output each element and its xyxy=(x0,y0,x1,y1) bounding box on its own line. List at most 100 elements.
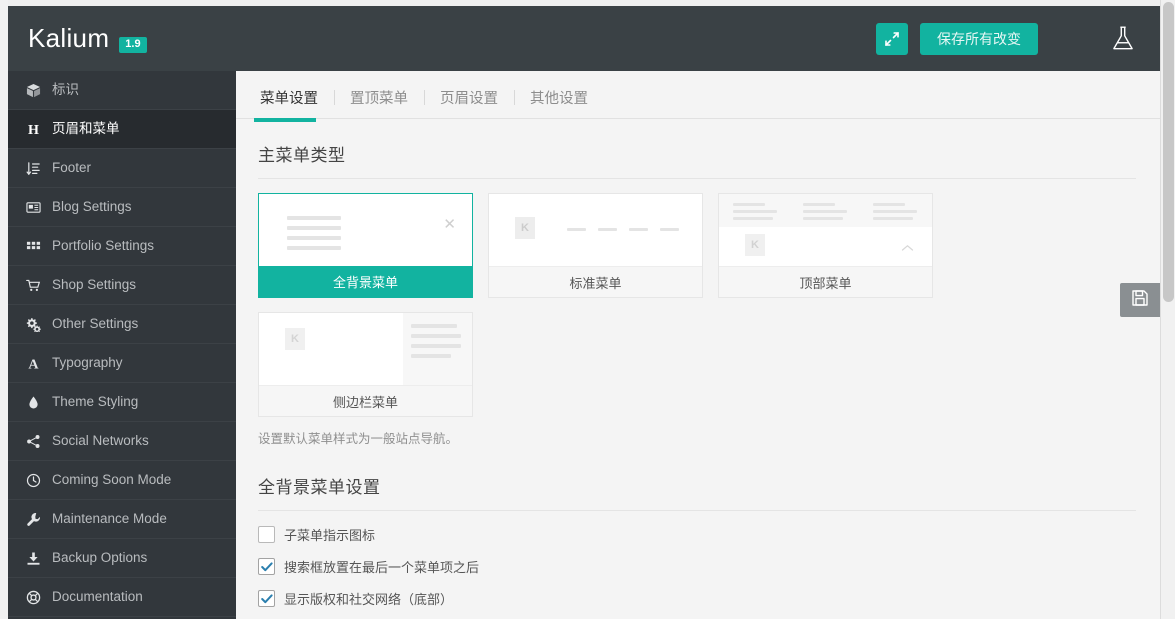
expand-arrows-icon[interactable] xyxy=(876,22,908,55)
save-all-button[interactable]: 保存所有改变 xyxy=(920,22,1038,55)
droplet-icon xyxy=(26,395,52,410)
checkbox-show-copyright-social[interactable] xyxy=(258,590,275,607)
close-icon: ✕ xyxy=(443,216,456,233)
left-edge-strip xyxy=(0,0,8,619)
sidebar-item-label: Blog Settings xyxy=(52,199,132,215)
sidebar-item-label: 页眉和菜单 xyxy=(52,121,120,137)
sidebar-menu-preview: K xyxy=(259,313,472,385)
sidebar-item-label: Theme Styling xyxy=(52,394,139,410)
menu-type-card-label: 侧边栏菜单 xyxy=(259,385,472,416)
sidebar-item-label: Shop Settings xyxy=(52,277,137,293)
download-icon xyxy=(26,551,52,566)
section-title-full-background-settings: 全背景菜单设置 xyxy=(258,473,1136,511)
menu-type-card-label: 顶部菜单 xyxy=(719,266,932,297)
menu-type-card-grid: ✕ 全背景菜单 K 标准菜单 K 顶部菜单 K 侧边栏菜单 xyxy=(258,193,958,417)
checkbox-label: 显示版权和社交网络（底部） xyxy=(284,592,454,607)
preview-logo: K xyxy=(745,234,765,256)
menu-type-card-standard[interactable]: K 标准菜单 xyxy=(488,193,703,298)
checkbox-submenu-indicator[interactable] xyxy=(258,526,275,543)
sidebar-item-footer[interactable]: Footer xyxy=(8,149,236,188)
sidebar-item-backup-options[interactable]: Backup Options xyxy=(8,539,236,578)
tab-bar: 菜单设置 置顶菜单 页眉设置 其他设置 xyxy=(236,71,1160,122)
cube-icon xyxy=(26,83,52,98)
sidebar-item-label: Portfolio Settings xyxy=(52,238,155,254)
sidebar-item-label: Social Networks xyxy=(52,433,149,449)
menu-type-card-top[interactable]: K 顶部菜单 xyxy=(718,193,933,298)
menu-type-card-sidebar[interactable]: K 侧边栏菜单 xyxy=(258,312,473,417)
sidebar-item-shop-settings[interactable]: Shop Settings xyxy=(8,266,236,305)
sidebar-item-label: Other Settings xyxy=(52,316,139,332)
checkbox-label: 子菜单指示图标 xyxy=(284,528,376,543)
checkbox-row-show-copyright-social[interactable]: 显示版权和社交网络（底部） xyxy=(258,589,1136,608)
sidebar-item-label: Documentation xyxy=(52,589,143,605)
lifebuoy-icon xyxy=(26,590,52,605)
menu-type-card-full-background[interactable]: ✕ 全背景菜单 xyxy=(258,193,473,298)
preview-logo-row: K xyxy=(719,227,932,266)
sidebar-item-social-networks[interactable]: Social Networks xyxy=(8,422,236,461)
svg-text:H: H xyxy=(28,122,39,137)
tab-sticky-menu[interactable]: 置顶菜单 xyxy=(334,89,424,119)
sidebar-item-label: Backup Options xyxy=(52,550,148,566)
checkbox-row-search-after-last-item[interactable]: 搜索框放置在最后一个菜单项之后 xyxy=(258,557,1136,576)
share-nodes-icon xyxy=(26,434,52,449)
preview-menu-items xyxy=(567,228,679,231)
top-menu-preview: K xyxy=(719,194,932,266)
menu-type-card-label: 全背景菜单 xyxy=(259,266,472,297)
sidebar-item-label: Coming Soon Mode xyxy=(52,472,172,488)
main-panel: 菜单设置 置顶菜单 页眉设置 其他设置 主菜单类型 ✕ 全背景菜单 K 标准菜单… xyxy=(236,71,1160,619)
chevron-up-icon xyxy=(901,239,914,257)
wrench-icon xyxy=(26,512,52,527)
shopping-cart-icon xyxy=(26,278,52,293)
sidebar-item-blog-settings[interactable]: Blog Settings xyxy=(8,188,236,227)
preview-logo: K xyxy=(515,217,535,239)
preview-lines xyxy=(287,216,341,256)
heading-h-icon: H xyxy=(26,122,52,137)
preview-sidebar-lines xyxy=(403,313,472,385)
floppy-save-icon xyxy=(1131,289,1149,312)
sidebar-item-label: Typography xyxy=(52,355,123,371)
preview-logo: K xyxy=(285,328,305,350)
checkbox-search-after-last-item[interactable] xyxy=(258,558,275,575)
sidebar-item-portfolio-settings[interactable]: Portfolio Settings xyxy=(8,227,236,266)
newspaper-icon xyxy=(26,200,52,215)
standard-menu-preview: K xyxy=(489,194,702,266)
floating-save-button[interactable] xyxy=(1120,283,1160,317)
brand-name: Kalium xyxy=(28,23,110,53)
sidebar-item-label: 标识 xyxy=(52,82,79,98)
sidebar-item-theme-styling[interactable]: Theme Styling xyxy=(8,383,236,422)
flask-icon[interactable] xyxy=(1108,24,1138,54)
full-background-preview: ✕ xyxy=(259,194,472,266)
menu-type-card-label: 标准菜单 xyxy=(489,266,702,297)
tab-header-settings[interactable]: 页眉设置 xyxy=(424,89,514,119)
panel-body: 主菜单类型 ✕ 全背景菜单 K 标准菜单 K 顶部菜单 K 侧边栏菜单 设置默认… xyxy=(236,119,1160,619)
menu-type-description: 设置默认菜单样式为一般站点导航。 xyxy=(258,432,459,446)
tab-menu-settings[interactable]: 菜单设置 xyxy=(254,91,334,122)
app-header: Kalium 1.9 保存所有改变 xyxy=(8,6,1160,71)
sidebar-item-branding[interactable]: 标识 xyxy=(8,71,236,110)
sidebar: 标识 H 页眉和菜单 Footer Blog Settings Portfoli… xyxy=(8,71,236,619)
brand: Kalium 1.9 xyxy=(28,23,147,54)
sidebar-item-header-and-menu[interactable]: H 页眉和菜单 xyxy=(8,110,236,149)
checkbox-row-submenu-indicator[interactable]: 子菜单指示图标 xyxy=(258,525,1136,544)
sidebar-item-label: Footer xyxy=(52,160,92,176)
tab-other-settings[interactable]: 其他设置 xyxy=(514,89,604,119)
checkbox-label: 搜索框放置在最后一个菜单项之后 xyxy=(284,560,480,575)
sidebar-item-coming-soon-mode[interactable]: Coming Soon Mode xyxy=(8,461,236,500)
scrollbar-thumb[interactable] xyxy=(1163,2,1174,302)
version-badge: 1.9 xyxy=(119,37,147,53)
sidebar-item-documentation[interactable]: Documentation xyxy=(8,578,236,617)
sidebar-item-other-settings[interactable]: Other Settings xyxy=(8,305,236,344)
sidebar-item-typography[interactable]: A Typography xyxy=(8,344,236,383)
sort-list-icon xyxy=(26,161,52,176)
svg-text:A: A xyxy=(28,356,39,370)
sidebar-item-label: Maintenance Mode xyxy=(52,511,167,527)
gears-icon xyxy=(26,317,52,332)
header-actions: 保存所有改变 xyxy=(876,22,1138,55)
grid-icon xyxy=(26,239,52,254)
clock-icon xyxy=(26,473,52,488)
admin-page: Kalium 1.9 保存所有改变 标识 H 页眉和菜单 Footer Blog… xyxy=(0,0,1175,619)
font-a-icon: A xyxy=(26,356,52,370)
sidebar-item-maintenance-mode[interactable]: Maintenance Mode xyxy=(8,500,236,539)
page-scrollbar[interactable] xyxy=(1160,0,1175,619)
preview-top-bar xyxy=(719,194,932,227)
